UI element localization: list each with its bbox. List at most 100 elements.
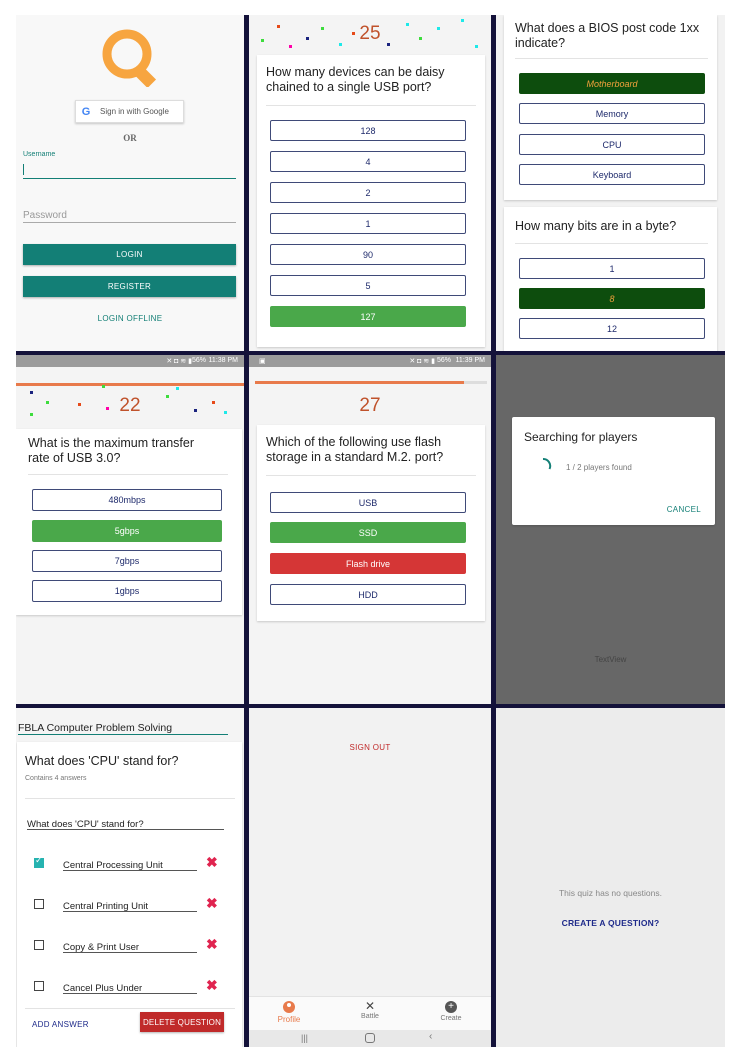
empty-message: This quiz has no questions. xyxy=(558,888,662,898)
username-field[interactable] xyxy=(23,161,236,179)
question-editor-card: What does 'CPU' stand for? Contains 4 an… xyxy=(17,742,242,1047)
clock: 11:38 PM xyxy=(208,357,238,364)
divider xyxy=(25,798,235,799)
answer-option[interactable]: 7gbps xyxy=(32,550,222,572)
answer-option[interactable]: 8 xyxy=(519,288,705,309)
quiz-screen-27: ▣ ✕ ◘ ≋ ▮ 56% 11:39 PM 27 Which of the f… xyxy=(249,355,491,704)
sign-out-button[interactable]: SIGN OUT xyxy=(249,743,491,752)
username-label: Username xyxy=(23,151,56,158)
question-editor-screen: FBLA Computer Problem Solving What does … xyxy=(16,708,244,1047)
system-nav-bar: ||| ‹ xyxy=(249,1030,491,1047)
cancel-button[interactable]: CANCEL xyxy=(667,505,701,514)
delete-answer-icon[interactable]: ✖ xyxy=(206,977,218,994)
answer-row: Central Printing Unit ✖ xyxy=(17,895,242,916)
answer-option[interactable]: 5gbps xyxy=(32,520,222,542)
clock: 11:39 PM xyxy=(455,357,485,364)
profile-screen: SIGN OUT Profile ✕ Battle + Create ||| ‹ xyxy=(249,708,491,1047)
delete-answer-icon[interactable]: ✖ xyxy=(206,936,218,953)
answer-text: Copy & Print User xyxy=(63,942,140,953)
answer-option[interactable]: CPU xyxy=(519,134,705,155)
register-button[interactable]: REGISTER xyxy=(23,276,236,297)
answer-option[interactable]: 90 xyxy=(270,244,466,265)
login-button[interactable]: LOGIN xyxy=(23,244,236,265)
divider xyxy=(515,58,708,59)
login-offline-link[interactable]: LOGIN OFFLINE xyxy=(16,314,244,323)
checkbox-checked[interactable]: ✓ xyxy=(34,855,44,868)
answer-input[interactable]: Cancel Plus Under xyxy=(63,978,197,994)
login-screen: G Sign in with Google OR Username Passwo… xyxy=(16,15,244,351)
answer-option[interactable]: 12 xyxy=(519,318,705,339)
nav-item-battle[interactable]: ✕ Battle xyxy=(340,999,400,1029)
matchmaking-screen: Searching for players 1 / 2 players foun… xyxy=(496,355,725,704)
answer-text: Central Processing Unit xyxy=(63,860,163,871)
answer-input[interactable]: Central Processing Unit xyxy=(63,855,197,871)
answer-option[interactable]: 2 xyxy=(270,182,466,203)
crossed-swords-icon: ✕ xyxy=(364,999,376,1013)
delete-answer-icon[interactable]: ✖ xyxy=(206,895,218,912)
question-text: Which of the following use flash storage… xyxy=(266,435,444,464)
question-input-text: What does 'CPU' stand for? xyxy=(27,819,144,830)
confetti-piece xyxy=(176,387,179,390)
confetti-piece xyxy=(289,45,292,48)
answer-option[interactable]: 1 xyxy=(270,213,466,234)
nav-label: Create xyxy=(440,1015,462,1022)
answer-option[interactable]: Memory xyxy=(519,103,705,124)
score-counter: 27 xyxy=(359,395,381,416)
answer-text: Cancel Plus Under xyxy=(63,983,143,994)
answer-option[interactable]: HDD xyxy=(270,584,466,605)
question-text: How many bits are in a byte? xyxy=(515,219,677,233)
password-placeholder: Password xyxy=(23,210,67,221)
confetti-piece xyxy=(475,45,478,48)
check-icon: ✓ xyxy=(35,855,43,865)
answer-text: Central Printing Unit xyxy=(63,901,149,912)
answer-option[interactable]: Keyboard xyxy=(519,164,705,185)
delete-answer-icon[interactable]: ✖ xyxy=(206,854,218,871)
answer-option[interactable]: 1gbps xyxy=(32,580,222,602)
answer-option[interactable]: 5 xyxy=(270,275,466,296)
empty-quiz-screen: This quiz has no questions. CREATE A QUE… xyxy=(496,708,725,1047)
password-field[interactable]: Password xyxy=(23,205,236,223)
google-icon: G xyxy=(81,105,91,118)
answer-option[interactable]: Motherboard xyxy=(519,73,705,94)
back-icon[interactable]: ‹ xyxy=(429,1031,432,1042)
question-input[interactable]: What does 'CPU' stand for? xyxy=(27,814,224,830)
create-question-button[interactable]: CREATE A QUESTION? xyxy=(496,918,725,928)
divider xyxy=(25,1008,235,1009)
answer-option[interactable]: 480mbps xyxy=(32,489,222,511)
answer-option[interactable]: 127 xyxy=(270,306,466,327)
answer-option[interactable]: Flash drive xyxy=(270,553,466,574)
divider xyxy=(266,105,476,106)
home-icon[interactable] xyxy=(365,1033,375,1043)
checkbox[interactable] xyxy=(34,940,44,950)
plus-circle-icon: + xyxy=(445,1001,457,1013)
nav-item-profile[interactable]: Profile xyxy=(259,999,319,1029)
confetti-piece xyxy=(461,19,464,22)
answer-option[interactable]: 4 xyxy=(270,151,466,172)
answer-option[interactable]: SSD xyxy=(270,522,466,543)
answer-input[interactable]: Copy & Print User xyxy=(63,937,197,953)
person-icon xyxy=(283,1001,295,1013)
delete-question-button[interactable]: DELETE QUESTION xyxy=(140,1012,224,1032)
nav-label: Battle xyxy=(361,1013,379,1020)
google-signin-button[interactable]: G Sign in with Google xyxy=(75,100,184,123)
score-counter: 22 xyxy=(119,395,141,416)
divider xyxy=(266,475,476,476)
nav-item-create[interactable]: + Create xyxy=(421,999,481,1029)
timer-bar xyxy=(16,383,244,386)
add-answer-button[interactable]: ADD ANSWER xyxy=(32,1020,89,1029)
checkbox[interactable] xyxy=(34,981,44,991)
recents-icon[interactable]: ||| xyxy=(301,1033,308,1043)
answer-option[interactable]: USB xyxy=(270,492,466,513)
nav-label: Profile xyxy=(277,1015,301,1024)
score-counter: 25 xyxy=(359,23,381,44)
checkbox[interactable] xyxy=(34,899,44,909)
answer-input[interactable]: Central Printing Unit xyxy=(63,896,197,912)
answer-option[interactable]: 128 xyxy=(270,120,466,141)
answer-count: Contains 4 answers xyxy=(25,775,87,782)
quiz-title-text: FBLA Computer Problem Solving xyxy=(18,722,173,734)
question-text: What does 'CPU' stand for? xyxy=(25,754,179,768)
google-signin-label: Sign in with Google xyxy=(100,107,169,116)
quiz-title-field[interactable]: FBLA Computer Problem Solving xyxy=(18,718,228,735)
answer-option[interactable]: 1 xyxy=(519,258,705,279)
answer-row: Cancel Plus Under ✖ xyxy=(17,977,242,998)
